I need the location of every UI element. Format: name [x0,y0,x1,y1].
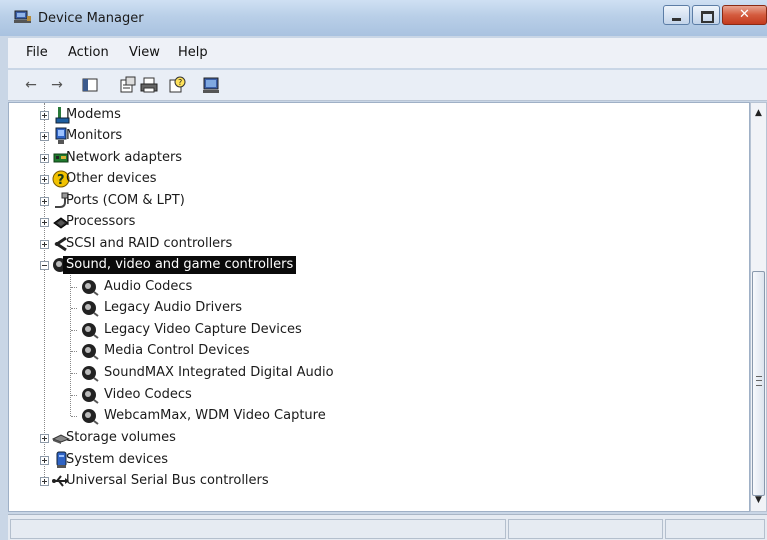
tree-child-label: WebcamMax, WDM Video Capture [104,408,326,423]
expand-icon[interactable] [40,218,49,227]
expand-icon[interactable] [40,175,49,184]
minimize-button[interactable] [663,5,690,25]
menu-file[interactable]: File [26,45,48,60]
device-manager-window: Device Manager ✕ File Action View Help ←… [0,0,767,540]
status-pane-3 [665,519,765,539]
menu-view-label: View [129,45,160,60]
toolbar: ← → ? [8,70,767,101]
speaker-icon [82,388,99,404]
tree-item-label: Storage volumes [66,430,176,445]
expand-icon[interactable] [40,456,49,465]
menu-action-label: Action [68,45,109,60]
menu-help[interactable]: Help [178,45,208,60]
help-icon[interactable]: ? [168,76,186,94]
status-pane-main [10,519,506,539]
expand-icon[interactable] [40,240,49,249]
tree-item-label: SCSI and RAID controllers [66,236,233,251]
tree-connector [71,395,77,396]
properties-icon[interactable] [119,76,137,94]
title-bar: Device Manager ✕ [0,0,767,36]
tree-connector [71,287,77,288]
speaker-icon [82,323,99,339]
back-icon: ← [25,77,37,93]
menu-view[interactable]: View [129,45,160,60]
arrow-up-icon: ▲ [755,108,762,118]
menu-file-label: File [26,45,48,60]
grip-icon [756,376,762,386]
device-manager-icon [14,10,31,23]
forward-icon: → [51,77,63,93]
svg-text:?: ? [57,173,65,188]
arrow-down-icon: ▼ [755,495,762,505]
tree-connector [71,416,77,417]
tree-connector [71,308,77,309]
tree-item-label: System devices [66,452,169,467]
close-icon: ✕ [739,7,750,22]
svg-text:?: ? [178,78,182,87]
scroll-up-button[interactable]: ▲ [751,105,766,122]
speaker-icon [82,344,99,360]
scroll-down-button[interactable]: ▼ [751,492,766,509]
tree-child-label: SoundMAX Integrated Digital Audio [104,365,334,380]
forward-button[interactable]: → [48,76,66,94]
expand-icon[interactable] [40,477,49,486]
tree-connector [71,330,77,331]
expand-icon[interactable] [40,197,49,206]
scroll-thumb[interactable] [752,271,765,496]
close-button[interactable]: ✕ [722,5,767,25]
speaker-icon [82,280,99,296]
status-pane-2 [508,519,663,539]
expand-icon[interactable] [40,132,49,141]
expand-icon[interactable] [40,111,49,120]
tree-connector [71,373,77,374]
tree-item-label: Other devices [66,171,157,186]
window-title: Device Manager [38,11,144,26]
speaker-icon [82,301,99,317]
tree-connector [71,351,77,352]
back-button[interactable]: ← [22,76,40,94]
scan-hardware-icon[interactable] [202,76,220,94]
tree-item-label: Sound, video and game controllers [63,256,297,274]
maximize-button[interactable] [692,5,720,25]
menu-bar: File Action View Help [8,38,767,68]
print-icon[interactable] [140,76,158,94]
tree-child-label: Legacy Video Capture Devices [104,322,302,337]
expand-icon[interactable] [40,434,49,443]
speaker-icon [82,366,99,382]
tree-item-label: Modems [66,107,121,122]
tree-item-label: Monitors [66,128,123,143]
status-bar [8,514,767,540]
device-tree: Modems Monitors Network adapters ? Other… [8,102,750,512]
tree-item-label: Universal Serial Bus controllers [66,473,269,488]
expand-icon[interactable] [40,154,49,163]
console-tree-icon[interactable] [81,76,99,94]
menu-help-label: Help [178,45,208,60]
speaker-icon [82,409,99,425]
collapse-icon[interactable] [40,261,49,270]
tree-item-label: Ports (COM & LPT) [66,193,185,208]
tree-child-label: Video Codecs [104,387,192,402]
tree-child-label: Audio Codecs [104,279,193,294]
menu-action[interactable]: Action [68,45,109,60]
tree-child-label: Media Control Devices [104,343,250,358]
tree-item-label: Processors [66,214,136,229]
tree-child-label: Legacy Audio Drivers [104,300,243,315]
tree-item-label: Network adapters [66,150,183,165]
vertical-scrollbar[interactable]: ▲ ▼ [750,102,767,512]
